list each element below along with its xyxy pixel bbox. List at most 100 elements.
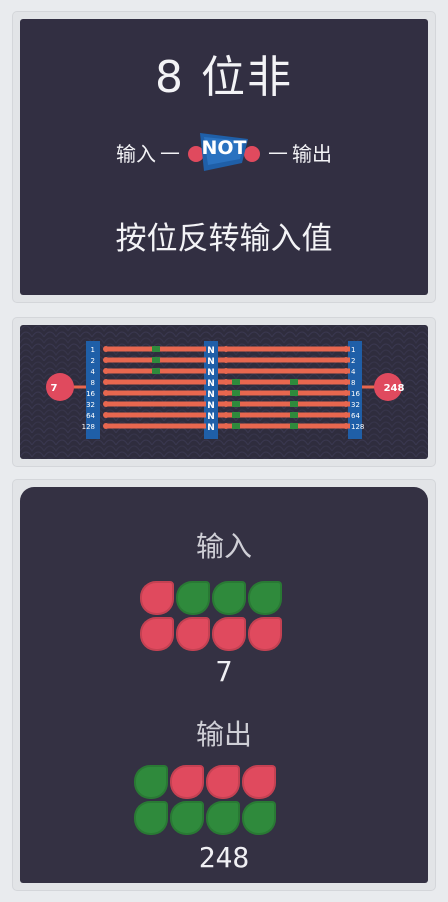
wire-node <box>343 412 349 418</box>
wire-node <box>343 357 349 363</box>
not-gate-letter: N <box>207 412 215 422</box>
input-bit-3 <box>248 581 282 615</box>
wire-node <box>103 412 109 418</box>
input-bit-grid <box>140 581 282 651</box>
input-bit-6 <box>212 617 246 651</box>
wire-node <box>223 346 229 352</box>
wire-node <box>343 390 349 396</box>
circuit-board: 1 1 N 2 2 N 4 4 N 8 8 N 16 16 N 32 32 N 64 64 N 128 128 N 7 248 <box>20 325 428 459</box>
wire-node <box>223 379 229 385</box>
input-active-pin <box>152 368 160 374</box>
summary-card: 输入 7 输出 248 <box>20 487 428 883</box>
output-bit-0 <box>134 765 168 799</box>
circuit-diagram: 1 1 N 2 2 N 4 4 N 8 8 N 16 16 N 32 32 N 64 64 N 128 128 N 7 248 <box>20 325 428 459</box>
output-bit-label: 16 <box>351 390 360 398</box>
output-bit-label: 2 <box>351 357 355 365</box>
output-active-pin <box>232 412 240 418</box>
page-title: 8 位非 <box>155 52 293 103</box>
input-bit-label: 8 <box>91 379 95 387</box>
output-active-pin <box>232 401 240 407</box>
input-label: 输入 <box>116 141 156 166</box>
input-active-pin <box>152 346 160 352</box>
not-gate-letter: N <box>207 423 215 433</box>
input-bit-5 <box>176 617 210 651</box>
wire-node <box>103 390 109 396</box>
output-active-pin <box>232 423 240 429</box>
input-bit-4 <box>140 617 174 651</box>
summary-panel: 输入 7 输出 248 <box>13 480 435 890</box>
wire-node <box>103 368 109 374</box>
not-gate-letter: N <box>207 368 215 378</box>
input-bit-label: 1 <box>91 346 95 354</box>
summary-output-label: 输出 <box>195 718 252 751</box>
output-active-pin <box>232 379 240 385</box>
wire-node <box>223 357 229 363</box>
wire-node <box>223 412 229 418</box>
output-active-pin <box>290 423 298 429</box>
output-bit-5 <box>170 801 204 835</box>
description: 按位反转输入值 <box>115 221 333 257</box>
wire-node <box>223 390 229 396</box>
summary-output-value: 248 <box>198 841 250 874</box>
output-bit-label: 32 <box>351 401 360 409</box>
wire-node <box>223 423 229 429</box>
wire-node <box>343 401 349 407</box>
output-label: 输出 <box>292 141 332 166</box>
wire-node <box>103 401 109 407</box>
output-dash: — <box>268 140 288 164</box>
output-active-pin <box>290 412 298 418</box>
wire-node <box>343 379 349 385</box>
output-bit-label: 128 <box>351 423 364 431</box>
input-bit-label: 2 <box>91 357 95 365</box>
output-bit-3 <box>242 765 276 799</box>
not-gate-letter: N <box>207 346 215 356</box>
not-gate-letter: N <box>207 390 215 400</box>
input-bit-label: 32 <box>86 401 95 409</box>
input-active-pin <box>152 357 160 363</box>
output-bit-label: 4 <box>351 368 356 376</box>
summary-input-value: 7 <box>215 655 233 688</box>
wire-node <box>223 401 229 407</box>
title-card: 8 位非 输入 — NOT — 输出 按位反转输入值 <box>20 19 428 295</box>
input-dash: — <box>160 140 180 164</box>
output-node-value: 248 <box>384 383 405 394</box>
output-active-pin <box>290 401 298 407</box>
not-gate-letter: N <box>207 379 215 389</box>
output-bit-label: 8 <box>351 379 355 387</box>
wire-node <box>343 346 349 352</box>
wire-node <box>103 346 109 352</box>
circuit-panel: 1 1 N 2 2 N 4 4 N 8 8 N 16 16 N 32 32 N 64 64 N 128 128 N 7 248 <box>13 318 435 466</box>
title-panel: 8 位非 输入 — NOT — 输出 按位反转输入值 <box>13 12 435 302</box>
input-bit-label: 16 <box>86 390 95 398</box>
output-bit-grid <box>134 765 276 835</box>
not-gate-icon: NOT <box>186 129 262 175</box>
wire-node <box>223 368 229 374</box>
output-bit-1 <box>170 765 204 799</box>
wire-node <box>343 423 349 429</box>
input-bit-7 <box>248 617 282 651</box>
wire-node <box>103 357 109 363</box>
output-active-pin <box>290 390 298 396</box>
input-bit-label: 4 <box>91 368 96 376</box>
input-bit-1 <box>176 581 210 615</box>
not-gate-letter: N <box>207 401 215 411</box>
input-bit-label: 64 <box>86 412 95 420</box>
output-bit-6 <box>206 801 240 835</box>
summary-input-label: 输入 <box>195 530 252 563</box>
output-active-pin <box>232 390 240 396</box>
input-bit-0 <box>140 581 174 615</box>
output-bit-label: 64 <box>351 412 360 420</box>
output-active-pin <box>290 379 298 385</box>
output-bit-2 <box>206 765 240 799</box>
wire-node <box>103 423 109 429</box>
input-node-value: 7 <box>51 383 58 394</box>
output-bit-7 <box>242 801 276 835</box>
gate-io-row: 输入 — NOT — 输出 <box>20 129 428 175</box>
output-bit-label: 1 <box>351 346 355 354</box>
not-gate-letter: N <box>207 357 215 367</box>
wire-node <box>343 368 349 374</box>
input-bit-label: 128 <box>82 423 95 431</box>
input-bit-2 <box>212 581 246 615</box>
output-bit-4 <box>134 801 168 835</box>
wire-node <box>103 379 109 385</box>
